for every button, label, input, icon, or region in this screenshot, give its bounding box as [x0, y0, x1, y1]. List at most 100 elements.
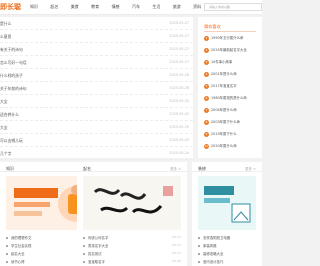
sidebar-item-label[interactable]: 2020年属什么命	[211, 143, 237, 148]
list-item[interactable]: 适合养什么 2025-05-25	[0, 108, 193, 121]
nav-item[interactable]: 起名	[50, 4, 70, 11]
column-item-title[interactable]: 我的理想作文	[11, 235, 31, 240]
column-list-item[interactable]: 装修攻略大全	[198, 250, 256, 258]
column-item-date: 05-27	[172, 243, 181, 247]
column-more-link[interactable]: 更多 >	[245, 166, 256, 171]
column-title: 知识	[6, 166, 14, 171]
list-item[interactable]: 怎么写好一句话 2025-05-27	[0, 56, 193, 69]
sidebar-rank-badge: 7	[204, 108, 209, 113]
list-item[interactable]: 几个字 2025-05-24	[0, 147, 193, 160]
list-item-title[interactable]: 什么样的孩子	[0, 73, 23, 79]
sidebar-item[interactable]: 10 2020年属什么命	[204, 142, 260, 152]
list-item-date: 2025-05-25	[169, 112, 189, 116]
sidebar-item-label[interactable]: 2001年是什么命	[211, 71, 237, 76]
column-banner-image[interactable]	[83, 176, 181, 230]
article-list: 是什么 2025-05-27 么意思 2025-05-27 有关于的诗句 2025-0…	[0, 17, 193, 160]
nav-item[interactable]: 情感	[112, 4, 132, 11]
list-item-title[interactable]: 大全	[0, 125, 8, 131]
list-item-date: 2025-05-27	[169, 21, 189, 25]
search-input[interactable]: 请输入你感兴趣	[204, 3, 262, 11]
sidebar-item-label[interactable]: 1980年属相的是什么命	[211, 95, 247, 100]
column-list-item[interactable]: 男孩名字大全 05-27	[83, 242, 181, 250]
column-item-title[interactable]: 起名大全	[11, 251, 25, 256]
sidebar-item[interactable]: 6 1980年属相的是什么命	[204, 94, 260, 104]
list-item[interactable]: 有关于的诗句 2025-05-27	[0, 43, 193, 56]
list-item-title[interactable]: 怎么写好一句话	[0, 60, 27, 66]
sidebar-recommendations: 猜你喜欢 1 1990年五行属什么命 2 2025年最新起名字大全 3 10件事小故事…	[198, 17, 262, 158]
sidebar-title: 猜你喜欢	[204, 24, 221, 29]
nav-item[interactable]: 教育	[91, 4, 111, 11]
column-item-title[interactable]: 室内设计技巧	[203, 259, 223, 264]
list-item[interactable]: 大全 2025-05-25	[0, 121, 193, 134]
column-list-item[interactable]: 怎样选购厨卫电器	[198, 234, 256, 242]
column-title: 起名	[83, 166, 91, 171]
column-list-item[interactable]: 宝宝取名字 05-26	[83, 258, 181, 266]
sidebar-item-label[interactable]: 1990年五行属什么命	[211, 35, 243, 40]
list-item-date: 2025-05-24	[169, 151, 189, 155]
sidebar-item-label[interactable]: 2004年是什么命	[211, 107, 237, 112]
sidebar-item[interactable]: 2 2025年最新起名字大全	[204, 46, 260, 56]
column-list-item[interactable]: 室内设计技巧	[198, 258, 256, 266]
column-more-link[interactable]: 更多 >	[170, 166, 181, 171]
bullet-icon	[198, 261, 200, 263]
bullet-icon	[6, 261, 8, 263]
column-item-title[interactable]: 装修攻略大全	[203, 251, 223, 256]
sidebar-item-label[interactable]: 2017年宝宝名字	[211, 83, 237, 88]
list-item[interactable]: 么意思 2025-05-27	[0, 30, 193, 43]
column-item-title[interactable]: 传统公司名字	[88, 235, 108, 240]
sidebar-item[interactable]: 7 2004年是什么命	[204, 106, 260, 116]
column-banner-image[interactable]	[198, 176, 256, 230]
list-item-title[interactable]: 有关于的诗句	[0, 47, 23, 53]
banner-decor-icon	[198, 176, 256, 230]
column-item-title[interactable]: 宝宝取名字	[88, 259, 105, 264]
list-item[interactable]: 什么样的孩子 2025-05-26	[0, 69, 193, 82]
sidebar-item[interactable]: 4 2001年是什么命	[204, 70, 260, 80]
column-item-title[interactable]: 家装风格	[203, 243, 217, 248]
list-item-title[interactable]: 么意思	[0, 34, 11, 40]
column-item-title[interactable]: 姓名测试	[88, 251, 102, 256]
list-item[interactable]: 是什么 2025-05-27	[0, 17, 193, 30]
list-item-title[interactable]: 是什么	[0, 21, 11, 27]
list-item-title[interactable]: 适合养什么	[0, 112, 19, 118]
logo[interactable]: 即长聪	[0, 3, 21, 11]
list-item[interactable]: 可以去哪儿玩 2025-05-25	[0, 134, 193, 147]
list-item-title[interactable]: 可以去哪儿玩	[0, 138, 23, 144]
bullet-icon	[6, 237, 8, 239]
sidebar-item[interactable]: 8 2003年属于什么命	[204, 118, 260, 128]
column-item-date: 05-26	[172, 259, 181, 263]
column-item-title[interactable]: 怎样选购厨卫电器	[203, 235, 230, 240]
column-list-item[interactable]: 传统公司名字 05-27	[83, 234, 181, 242]
nav-item[interactable]: 美食	[71, 4, 91, 11]
sidebar-item[interactable]: 1 1990年五行属什么命	[204, 34, 260, 44]
sidebar-item[interactable]: 5 2017年宝宝名字	[204, 82, 260, 92]
sidebar-item-label[interactable]: 2025年最新起名字大全	[211, 47, 247, 52]
sidebar-item-label[interactable]: 2019年属于什么	[211, 131, 237, 136]
nav-item[interactable]: 知识	[30, 4, 50, 11]
column-list-item[interactable]: 姓名测试 05-27	[83, 250, 181, 258]
list-item-title[interactable]: 几个字	[0, 151, 11, 157]
list-item-title[interactable]: 大全	[0, 99, 8, 105]
bullet-icon	[83, 261, 85, 263]
list-item-date: 2025-05-27	[169, 60, 189, 64]
top-navigation: 即长聪 知识 起名 美食 教育 情感 汽车 生活 旅游 资料 请输入你感兴趣	[0, 0, 262, 15]
sidebar-item-label[interactable]: 10件事小故事	[211, 59, 232, 64]
list-item-title[interactable]: 关于年前的诗句	[0, 86, 27, 92]
list-item[interactable]: 大全 2025-05-25	[0, 95, 193, 108]
nav-item[interactable]: 旅游	[173, 4, 193, 11]
nav-item[interactable]: 汽车	[132, 4, 152, 11]
list-item-date: 2025-05-27	[169, 34, 189, 38]
sidebar-item[interactable]: 9 2019年属于什么	[204, 130, 260, 140]
list-item[interactable]: 关于年前的诗句 2025-05-26	[0, 82, 193, 95]
column-item-title[interactable]: 男孩名字大全	[88, 243, 108, 248]
list-item-date: 2025-05-25	[169, 99, 189, 103]
column-list-item[interactable]: 家装风格	[198, 242, 256, 250]
column-item-title[interactable]: 学生社会实践	[11, 243, 31, 248]
sidebar-rank-badge: 3	[204, 60, 209, 65]
sidebar-rank-badge: 10	[204, 144, 209, 149]
list-item-date: 2025-05-26	[169, 86, 189, 90]
bullet-icon	[198, 237, 200, 239]
column-item-title[interactable]: 读书心得	[11, 259, 25, 264]
nav-item[interactable]: 生活	[152, 4, 172, 11]
sidebar-item[interactable]: 3 10件事小故事	[204, 58, 260, 68]
sidebar-item-label[interactable]: 2003年属于什么命	[211, 119, 240, 124]
